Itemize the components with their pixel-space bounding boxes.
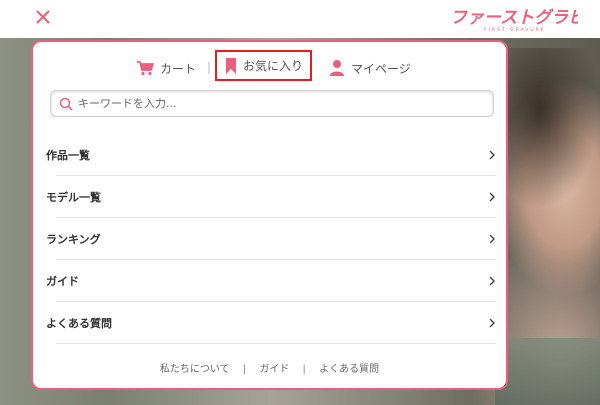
footer-link-about[interactable]: 私たちについて [160,364,230,375]
photo-hair [500,48,600,248]
top-nav: カート | お気に入り マイページ [33,50,506,88]
bookmark-icon [226,57,236,74]
chevron-right-icon [489,276,495,286]
menu-item-faq[interactable]: よくある質問 [44,302,500,344]
menu-item-label: 作品一覧 [46,149,90,162]
nav-cart-label: カート [160,61,197,76]
menu-item-models[interactable]: モデル一覧 [44,176,500,218]
nav-mypage[interactable]: マイページ [329,52,411,84]
nav-cart[interactable]: カート [136,52,196,84]
nav-favorites-label: お気に入り [243,59,304,73]
cart-icon [137,61,154,76]
footer-link-faq[interactable]: よくある質問 [319,364,379,375]
chevron-right-icon [489,150,495,160]
nav-mypage-label: マイページ [351,61,411,76]
chevron-right-icon [489,192,495,202]
search-input[interactable] [73,90,493,117]
menu-item-guide[interactable]: ガイド [44,260,500,302]
menu-item-label: ランキング [46,233,101,246]
footer-separator: | [242,364,247,375]
menu-list: 作品一覧 モデル一覧 ランキング ガイド よくある質問 [44,134,500,344]
close-icon[interactable] [32,6,54,28]
nav-separator: | [207,60,212,74]
user-icon [330,60,344,76]
photo-dress [495,338,600,405]
menu-item-label: モデル一覧 [46,191,101,204]
footer-links: 私たちについて | ガイド | よくある質問 [33,360,506,375]
menu-item-label: よくある質問 [46,317,112,330]
menu-item-ranking[interactable]: ランキング [44,218,500,260]
top-bar: ファーストグラビア FIRST GRAVURE [0,0,600,38]
site-logo[interactable]: ファーストグラビア FIRST GRAVURE [450,3,578,33]
footer-separator: | [302,364,306,375]
nav-favorites[interactable]: お気に入り [215,50,312,81]
chevron-right-icon [489,318,495,328]
search-icon [59,97,73,111]
logo-subtext: FIRST GRAVURE [484,27,546,33]
divider [56,343,496,344]
menu-item-label: ガイド [46,275,79,288]
logo-text: ファーストグラビア [450,8,578,28]
menu-modal: カート | お気に入り マイページ 作品一覧 [31,40,508,390]
search-box [50,90,494,117]
menu-item-works[interactable]: 作品一覧 [44,134,500,176]
chevron-right-icon [489,234,495,244]
footer-link-guide[interactable]: ガイド [259,364,289,375]
